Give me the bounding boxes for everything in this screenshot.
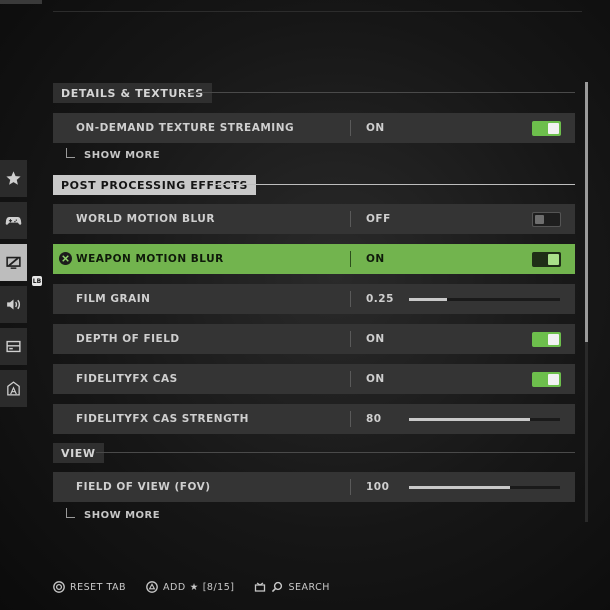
side-tab-controller[interactable]	[0, 202, 27, 239]
top-bar-divider	[53, 11, 582, 12]
section-header-view: VIEW	[53, 443, 104, 463]
setting-row-texture-streaming[interactable]: ON-DEMAND TEXTURE STREAMING ON	[53, 113, 575, 143]
slider-fill	[409, 298, 447, 301]
slider-track[interactable]	[409, 298, 560, 301]
setting-value: 80	[366, 413, 382, 425]
interface-icon	[6, 340, 21, 353]
graphics-icon	[6, 256, 21, 269]
side-tab-interface[interactable]	[0, 328, 27, 365]
toggle-switch[interactable]	[532, 252, 561, 267]
setting-row-field-of-view[interactable]: FIELD OF VIEW (FOV) 100	[53, 472, 575, 502]
side-tab-account[interactable]	[0, 370, 27, 407]
toggle-switch[interactable]	[532, 121, 561, 136]
search-icon	[272, 581, 283, 593]
setting-row-fidelityfx-cas-strength[interactable]: FIDELITYFX CAS STRENGTH 80	[53, 404, 575, 434]
setting-label: ON-DEMAND TEXTURE STREAMING	[76, 122, 295, 134]
scrollbar[interactable]	[585, 82, 588, 522]
toggle-knob	[548, 123, 559, 134]
toggle-switch[interactable]	[532, 372, 561, 387]
corner-bracket-icon	[66, 148, 75, 158]
slider-fill	[409, 418, 530, 421]
row-divider	[350, 291, 351, 307]
side-tab-bar	[0, 160, 28, 412]
audio-icon	[7, 299, 21, 310]
show-more-label: SHOW MORE	[84, 150, 161, 161]
toggle-knob	[548, 254, 559, 265]
section-header-post-processing: POST PROCESSING EFFECTS	[53, 175, 257, 195]
x-circle-icon	[59, 252, 72, 265]
toggle-switch[interactable]	[532, 212, 561, 227]
side-tab-graphics[interactable]	[0, 244, 27, 281]
corner-bracket-icon	[66, 508, 75, 518]
controller-icon	[5, 216, 22, 225]
top-bar	[0, 0, 610, 12]
toggle-switch[interactable]	[532, 332, 561, 347]
setting-label: FIDELITYFX CAS	[76, 373, 178, 385]
triangle-button-icon	[146, 581, 158, 593]
setting-value: OFF	[366, 213, 391, 225]
setting-label: FILM GRAIN	[76, 293, 151, 305]
side-tab-favorites[interactable]	[0, 160, 27, 197]
side-tab-audio[interactable]	[0, 286, 27, 323]
row-divider	[350, 371, 351, 387]
setting-label: FIDELITYFX CAS STRENGTH	[76, 413, 249, 425]
toggle-knob	[548, 334, 559, 345]
row-divider	[350, 251, 351, 267]
top-bar-tab-edge	[0, 0, 42, 4]
setting-row-film-grain[interactable]: FILM GRAIN 0.25	[53, 284, 575, 314]
slider-track[interactable]	[409, 486, 560, 489]
row-divider	[350, 120, 351, 136]
setting-row-world-motion-blur[interactable]: WORLD MOTION BLUR OFF	[53, 204, 575, 234]
setting-row-depth-of-field[interactable]: DEPTH OF FIELD ON	[53, 324, 575, 354]
search-button[interactable]: SEARCH	[254, 581, 329, 593]
setting-label: WORLD MOTION BLUR	[76, 213, 215, 225]
search-label: SEARCH	[288, 581, 330, 593]
show-more-link[interactable]: SHOW MORE	[66, 508, 160, 521]
row-divider	[350, 211, 351, 227]
setting-value: 100	[366, 481, 390, 493]
toggle-knob	[548, 374, 559, 385]
row-divider	[350, 479, 351, 495]
touchpad-button-icon	[255, 582, 266, 592]
lb-button-hint-icon: LB	[32, 276, 42, 286]
row-divider	[350, 331, 351, 347]
setting-value: 0.25	[366, 293, 394, 305]
add-count: [8/15]	[202, 581, 235, 593]
show-more-link[interactable]: SHOW MORE	[66, 148, 160, 161]
toggle-knob	[535, 215, 544, 224]
section-divider	[214, 184, 575, 185]
add-label: ADD	[163, 581, 186, 593]
setting-label: WEAPON MOTION BLUR	[76, 253, 224, 265]
setting-value: ON	[366, 373, 385, 385]
section-divider	[96, 452, 575, 453]
star-icon: ★	[189, 581, 199, 593]
row-divider	[350, 411, 351, 427]
slider-fill	[409, 486, 511, 489]
footer-hints: RESET TAB ADD ★ [8/15] SEARCH	[53, 581, 350, 593]
account-icon	[7, 381, 20, 396]
section-divider	[180, 92, 575, 93]
show-more-label: SHOW MORE	[84, 510, 161, 521]
section-header-details-textures: DETAILS & TEXTURES	[53, 83, 212, 103]
setting-label: DEPTH OF FIELD	[76, 333, 180, 345]
circle-button-icon	[53, 581, 65, 593]
setting-label: FIELD OF VIEW (FOV)	[76, 481, 211, 493]
scrollbar-thumb[interactable]	[585, 82, 588, 342]
star-icon	[6, 171, 21, 185]
slider-track[interactable]	[409, 418, 560, 421]
reset-tab-button[interactable]: RESET TAB	[53, 581, 126, 593]
setting-value: ON	[366, 253, 385, 265]
setting-row-fidelityfx-cas[interactable]: FIDELITYFX CAS ON	[53, 364, 575, 394]
setting-value: ON	[366, 122, 385, 134]
setting-value: ON	[366, 333, 385, 345]
reset-tab-label: RESET TAB	[70, 581, 127, 593]
add-favorite-button[interactable]: ADD ★ [8/15]	[146, 581, 234, 593]
setting-row-weapon-motion-blur[interactable]: WEAPON MOTION BLUR ON	[53, 244, 575, 274]
